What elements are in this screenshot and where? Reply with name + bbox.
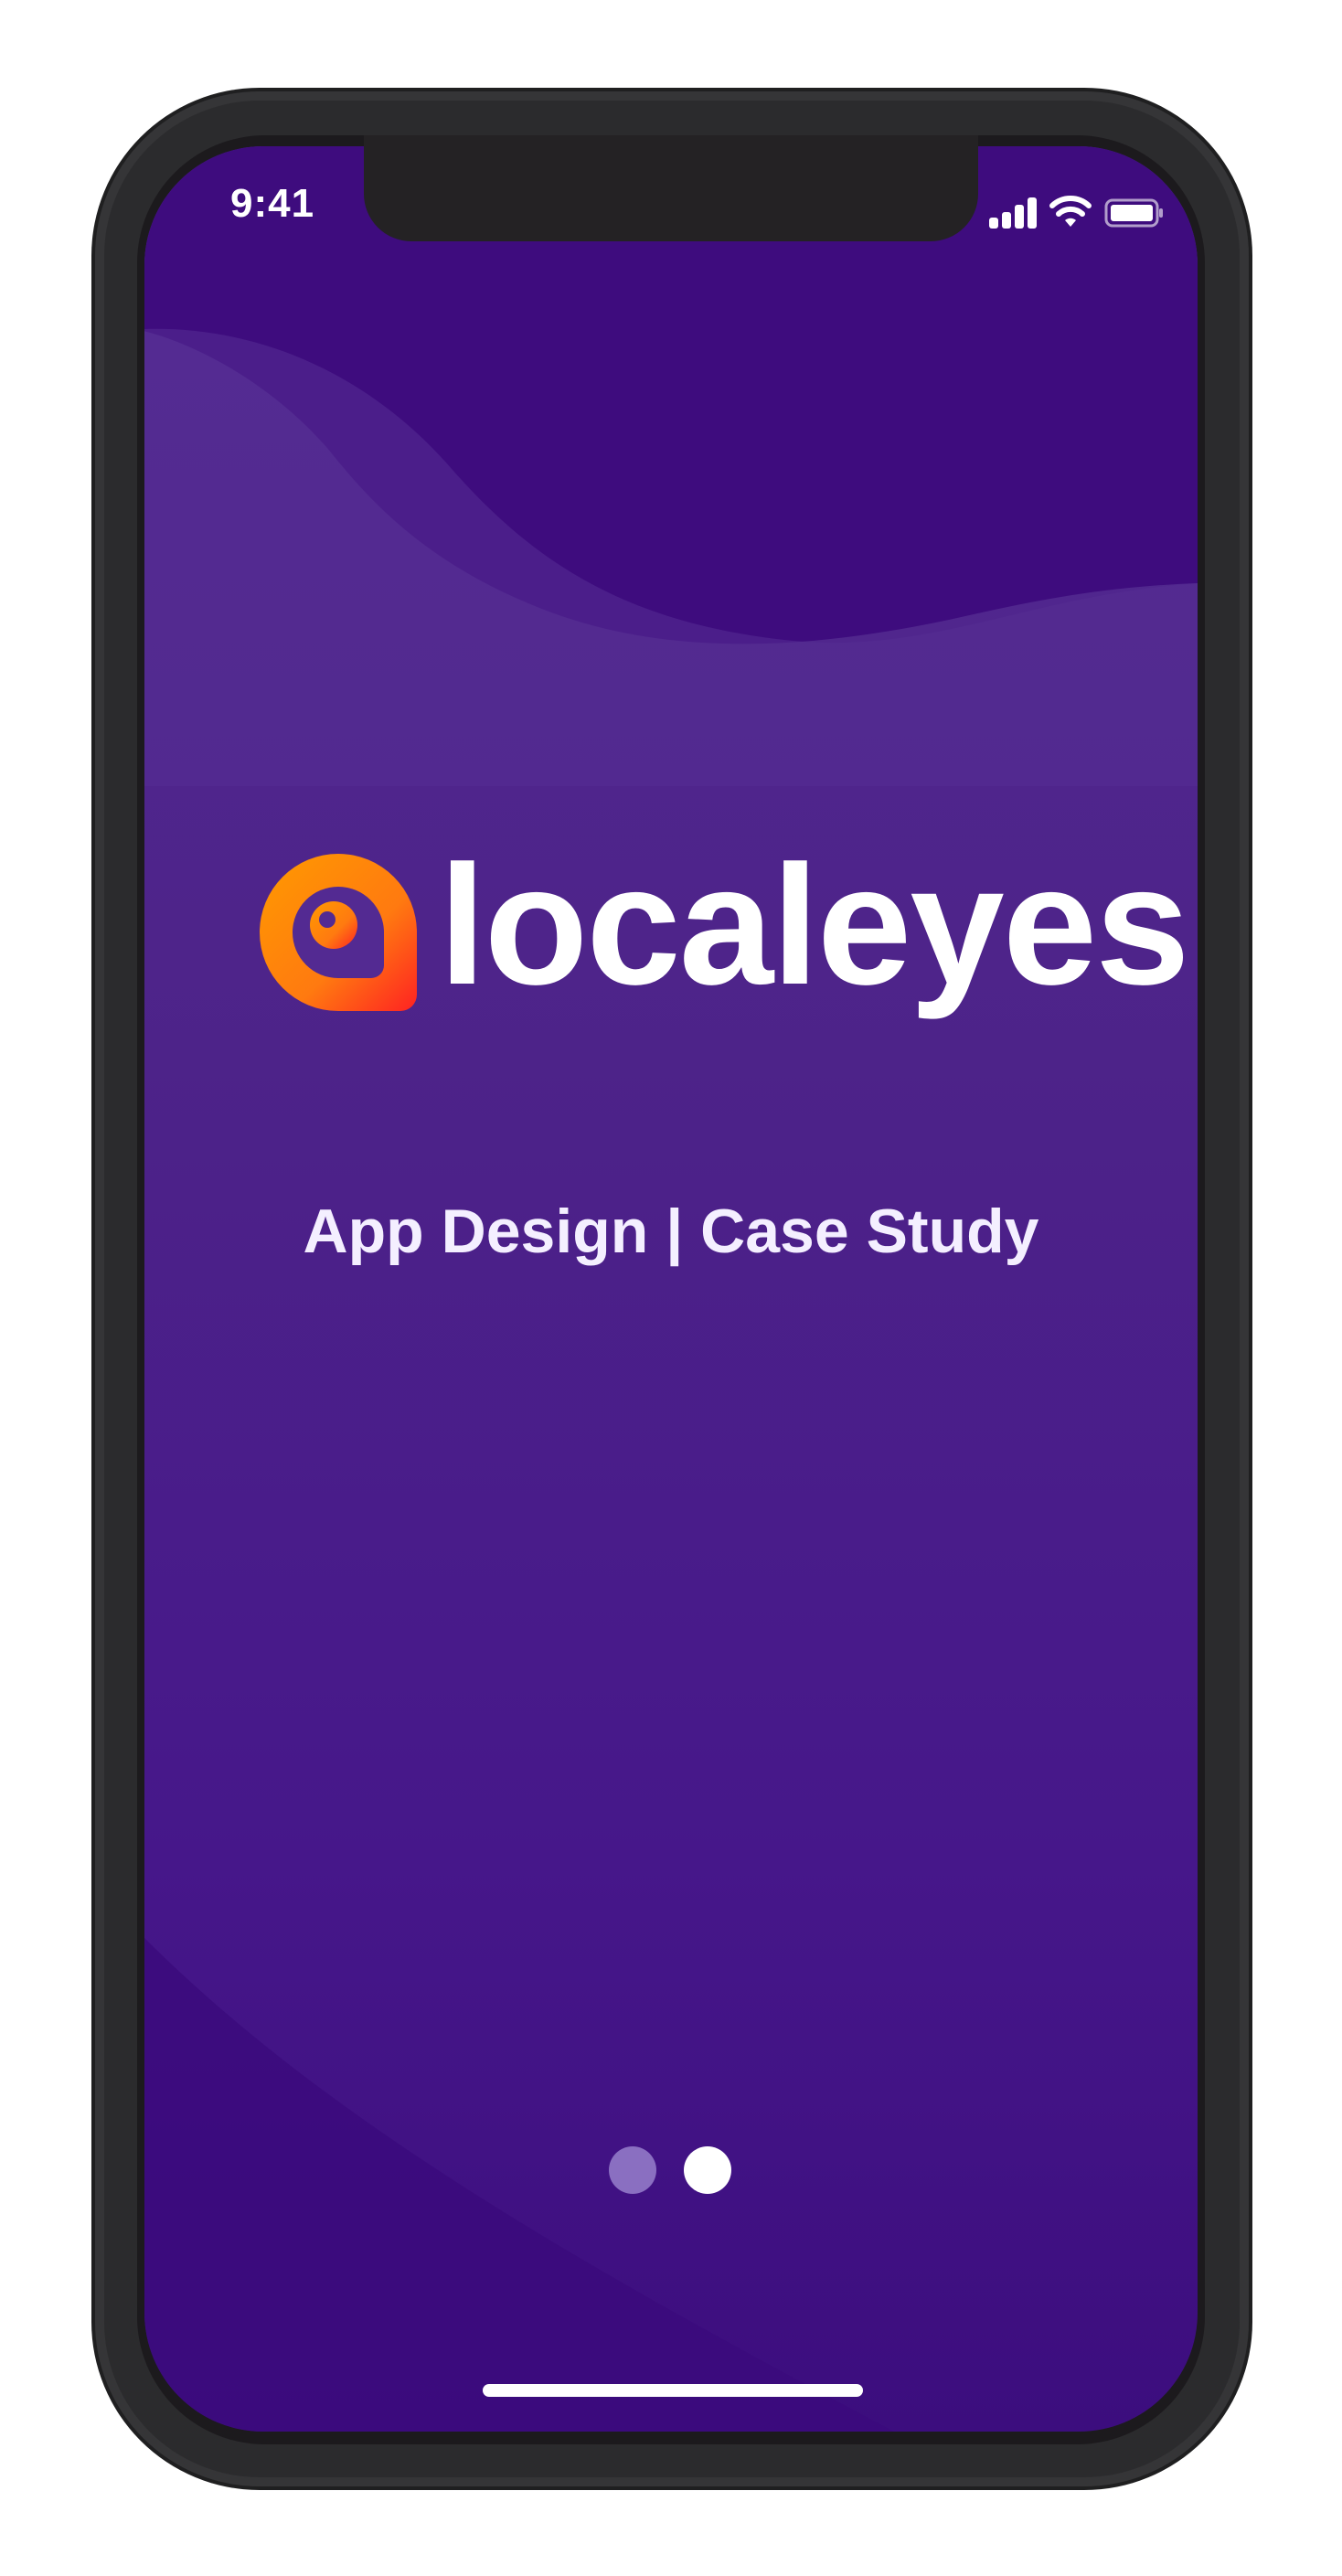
brand-name: localeyes: [439, 831, 1190, 1020]
page-dot-2-active[interactable]: [684, 2146, 731, 2194]
app-screen: [144, 146, 1198, 2432]
status-icons: [989, 196, 1165, 229]
battery-icon: [1104, 198, 1163, 228]
page-dot-1[interactable]: [609, 2146, 656, 2194]
home-indicator[interactable]: [483, 2384, 863, 2397]
brand-logo: localeyes: [256, 841, 1190, 1015]
localeyes-logo-icon: [260, 854, 417, 1011]
device-mockup: 9:41 localeyes App Design | Case Study: [0, 0, 1342, 2576]
wifi-icon: [1049, 196, 1092, 227]
background-waves: [144, 146, 1198, 2432]
device-notch: [364, 135, 978, 241]
status-time: 9:41: [230, 181, 315, 226]
cellular-signal-icon: [989, 196, 1037, 229]
tagline: App Design | Case Study: [303, 1197, 1039, 1266]
page-indicator: [609, 2146, 731, 2194]
